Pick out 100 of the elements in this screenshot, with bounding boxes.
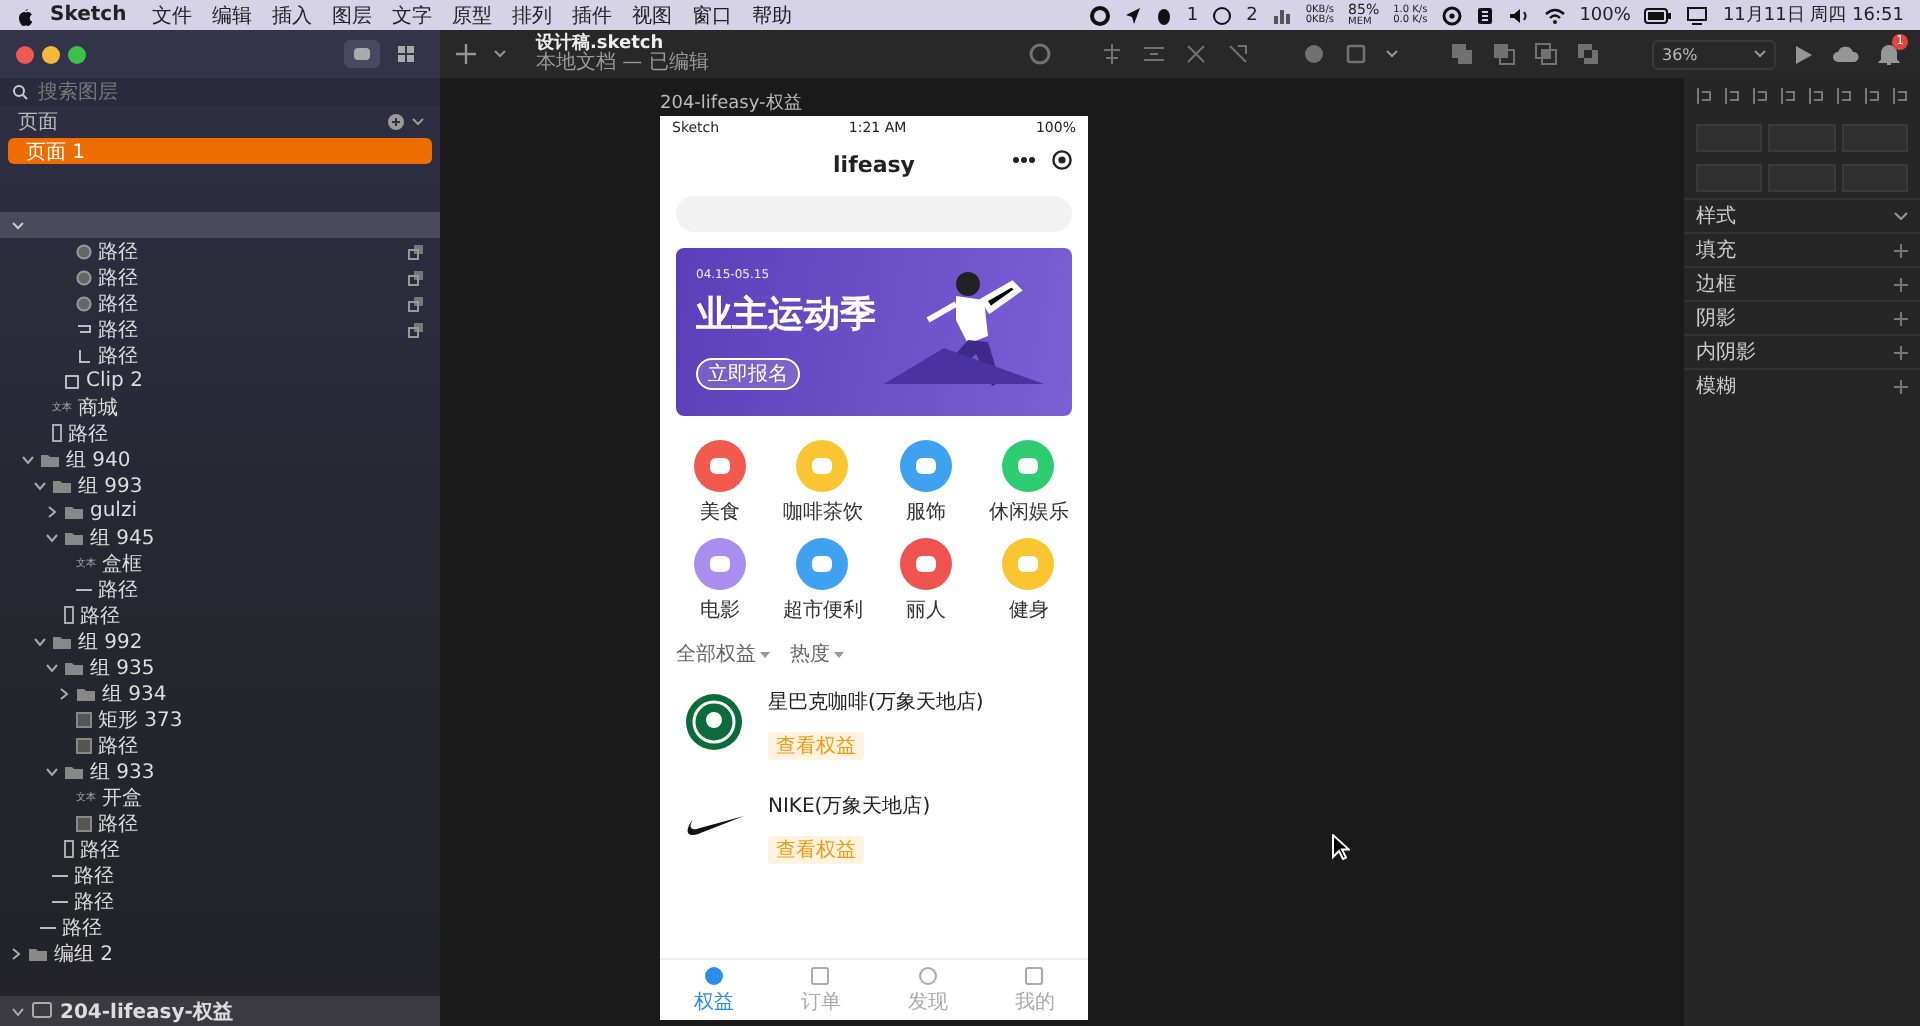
scale-icon[interactable] (1184, 42, 1208, 66)
flatten-icon[interactable] (1226, 42, 1250, 66)
layer-name[interactable]: 组 993 (78, 471, 143, 499)
filter-dropdown[interactable]: 热度 (790, 640, 844, 668)
layer-name[interactable]: 组 940 (66, 445, 131, 473)
layer-name[interactable]: 路径 (62, 913, 102, 941)
filter-dropdown[interactable]: 全部权益 (676, 640, 770, 668)
align-icon[interactable] (1100, 42, 1124, 66)
layer-name[interactable]: 路径 (68, 419, 108, 447)
section-header[interactable]: 模糊 (1696, 372, 1736, 400)
layer-name[interactable]: 路径 (98, 289, 138, 317)
store-name[interactable]: NIKE(万象天地店) (768, 792, 1068, 820)
disclosure-chevron-icon[interactable] (21, 453, 33, 465)
chevron-down-icon[interactable] (1894, 212, 1908, 220)
category-button[interactable] (1002, 440, 1055, 492)
category-button[interactable] (899, 440, 952, 492)
disclosure-chevron-icon[interactable] (33, 635, 45, 647)
disclosure-chevron-icon[interactable] (45, 505, 57, 517)
maximize-window-button[interactable] (68, 45, 86, 63)
menu-item[interactable]: 文件 (142, 1, 203, 29)
layer-name[interactable]: 矩形 373 (98, 705, 183, 733)
disclosure-chevron-icon[interactable] (12, 1005, 24, 1017)
section-header[interactable]: 阴影 (1696, 304, 1736, 332)
component-view-button[interactable] (344, 40, 380, 68)
record-icon[interactable] (1090, 5, 1111, 25)
layer-name[interactable]: 组 992 (78, 627, 143, 655)
layer-name[interactable]: Clip 2 (86, 370, 143, 392)
disclosure-chevron-icon[interactable] (57, 687, 69, 699)
align-right-icon[interactable] (1752, 88, 1768, 104)
layer-name[interactable]: 路径 (80, 835, 120, 863)
intersect-icon[interactable] (1534, 42, 1558, 66)
menu-item[interactable]: 插入 (262, 1, 323, 29)
layer-name[interactable]: 路径 (98, 341, 138, 369)
menu-item[interactable]: 编辑 (202, 1, 263, 29)
zoom-dropdown[interactable]: 36% (1652, 39, 1776, 69)
align-top-icon[interactable] (1780, 88, 1796, 104)
chevron-down-icon[interactable] (12, 221, 24, 229)
menu-item[interactable]: 窗口 (682, 1, 743, 29)
align-bottom-icon[interactable] (1836, 88, 1852, 104)
minimize-window-button[interactable] (42, 45, 60, 63)
wifi-icon[interactable] (1543, 5, 1566, 25)
add-page-icon[interactable] (388, 114, 404, 130)
gear-icon[interactable] (1441, 5, 1462, 25)
layer-name[interactable]: 商城 (78, 393, 118, 421)
frame-icon[interactable] (1344, 42, 1368, 66)
store-name[interactable]: 星巴克咖啡(万象天地店) (768, 688, 1068, 716)
distribute-vertical-icon[interactable] (1892, 88, 1908, 104)
section-header[interactable]: 内阴影 (1696, 338, 1756, 366)
add-icon[interactable] (1894, 243, 1908, 257)
union-icon[interactable] (1450, 42, 1474, 66)
layer-name[interactable]: 组 945 (90, 523, 155, 551)
disclosure-chevron-icon[interactable] (45, 765, 57, 777)
align-middle-icon[interactable] (1808, 88, 1824, 104)
layer-name[interactable]: 路径 (74, 887, 114, 915)
mask-icon[interactable] (1302, 42, 1326, 66)
layer-name[interactable]: 路径 (98, 809, 138, 837)
artboard-label[interactable]: 204-lifeasy-权益 (660, 90, 802, 116)
layer-name[interactable]: 路径 (98, 238, 138, 265)
layer-name[interactable]: 路径 (74, 861, 114, 889)
layer-name[interactable]: 编组 2 (54, 939, 114, 967)
disclosure-chevron-icon[interactable] (33, 479, 45, 491)
layer-name[interactable]: 路径 (80, 601, 120, 629)
difference-icon[interactable] (1576, 42, 1600, 66)
category-button[interactable] (796, 538, 849, 590)
layer-name[interactable]: 路径 (98, 263, 138, 291)
signup-button[interactable]: 立即报名 (696, 358, 800, 390)
category-button[interactable] (693, 440, 746, 492)
symbol-icon[interactable] (1028, 42, 1052, 66)
layer-name[interactable]: 路径 (98, 575, 138, 603)
layer-name[interactable]: 路径 (98, 315, 138, 343)
penguin-icon[interactable] (1156, 5, 1173, 25)
menu-item[interactable]: 视图 (622, 1, 683, 29)
layer-name[interactable]: 组 935 (90, 653, 155, 681)
category-button[interactable] (693, 538, 746, 590)
align-left-icon[interactable] (1696, 88, 1712, 104)
section-header[interactable]: 填充 (1696, 236, 1736, 264)
bell-icon[interactable] (1878, 42, 1900, 66)
menu-item[interactable]: 帮助 (742, 1, 803, 29)
play-icon[interactable] (1794, 43, 1814, 65)
app-menu[interactable]: Sketch (34, 4, 143, 26)
chat-bubble-icon[interactable] (1212, 5, 1233, 25)
date-time[interactable]: 11月11日 周四 16:51 (1722, 2, 1904, 28)
volume-icon[interactable] (1507, 5, 1530, 25)
chevron-down-icon[interactable] (494, 50, 506, 58)
cloud-icon[interactable] (1832, 44, 1860, 64)
display-icon[interactable] (1686, 5, 1709, 25)
layer-name[interactable]: 开盒 (102, 783, 142, 811)
distribute-icon[interactable] (1142, 42, 1166, 66)
network-icon[interactable] (1271, 5, 1292, 25)
section-header[interactable]: 样式 (1696, 202, 1736, 230)
layer-name[interactable]: 组 933 (90, 757, 155, 785)
distribute-horizontal-icon[interactable] (1864, 88, 1880, 104)
menu-item[interactable]: 排列 (502, 1, 563, 29)
menu-item[interactable]: 原型 (442, 1, 503, 29)
layer-name[interactable]: 盒框 (102, 549, 142, 577)
add-icon[interactable] (1894, 277, 1908, 291)
layer-name[interactable]: gulzi (90, 500, 137, 522)
disclosure-chevron-icon[interactable] (9, 947, 21, 959)
menu-item[interactable]: 文字 (382, 1, 443, 29)
notes-icon[interactable] (1475, 5, 1494, 25)
